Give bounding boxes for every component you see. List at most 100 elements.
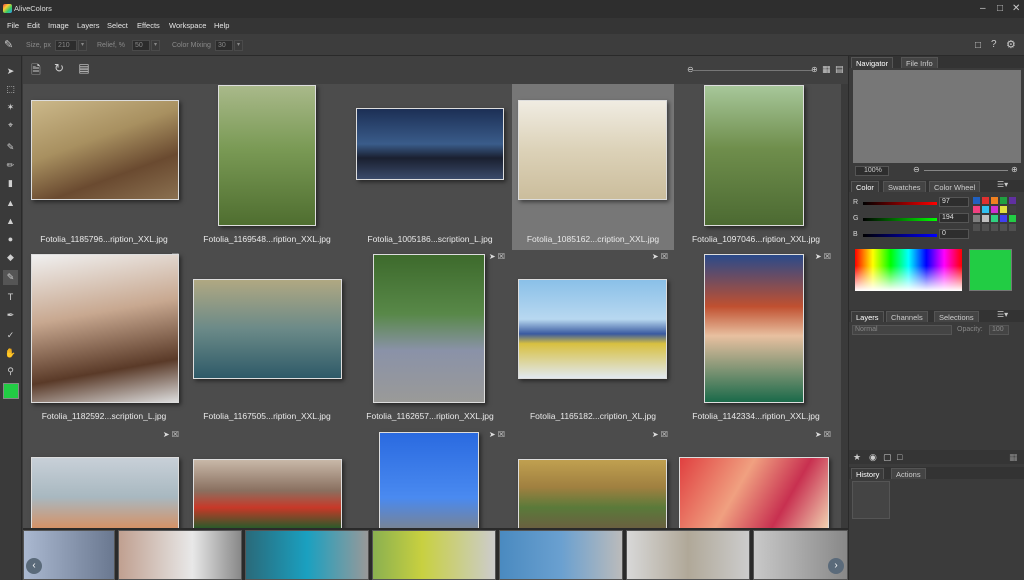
mini-swatch-grid[interactable] [973, 197, 1019, 239]
mixing-input[interactable]: 30 [215, 40, 233, 51]
chat-icon[interactable]: □ [975, 40, 981, 51]
open-file-icon[interactable]: ↻ [52, 61, 66, 77]
pencil-icon[interactable]: ✏ [3, 158, 18, 173]
settings-gear-icon[interactable]: ⚙ [1006, 38, 1016, 51]
r-value[interactable]: 97 [939, 197, 969, 207]
grid-scrollbar[interactable] [841, 84, 848, 528]
color-spectrum[interactable] [855, 249, 962, 291]
cell-actions-icon[interactable]: ➤ ☒ [815, 252, 831, 261]
cell-actions-icon[interactable]: ➤ ☒ [652, 430, 668, 439]
layers-panel-menu-icon[interactable]: ☰▾ [997, 310, 1008, 319]
tab-history[interactable]: History [851, 468, 885, 479]
navigator-zoom-slider[interactable] [924, 170, 1008, 171]
navigator-zoom-out-icon[interactable]: ⊖ [913, 165, 920, 174]
thumbnail-cell[interactable]: ➤ ☒ Fotolia_1165182...cription_XL.jpg [512, 251, 674, 421]
grid-view-icon[interactable]: ▦ [822, 64, 831, 75]
crop-tool-icon[interactable]: ⌖ [3, 118, 18, 133]
tab-selections[interactable]: Selections [934, 311, 979, 322]
thumbnail-cell-selected[interactable]: Fotolia_1085162...cription_XXL.jpg [512, 84, 674, 250]
cell-actions-icon[interactable]: ➤ ☒ [489, 252, 505, 261]
thumbnail-cell[interactable]: ➤ ☒ [675, 429, 837, 528]
tab-navigator[interactable]: Navigator [851, 57, 894, 68]
maximize-icon[interactable]: □ [997, 3, 1003, 14]
pen-tool-icon[interactable]: ✒ [3, 308, 18, 323]
hand-tool-icon[interactable]: ✋ [3, 346, 18, 361]
tab-layers[interactable]: Layers [851, 311, 884, 322]
layer-style-icon[interactable]: ★ [853, 452, 861, 463]
magic-wand-icon[interactable]: ✶ [3, 100, 18, 115]
menu-help[interactable]: Help [214, 21, 229, 30]
b-slider[interactable] [863, 234, 937, 237]
thumbnail-cell[interactable]: ➤ ☒ [349, 429, 511, 528]
cell-actions-icon[interactable]: ➤ ☒ [815, 430, 831, 439]
adjustment-layer-icon[interactable]: ◉ [869, 452, 877, 463]
menu-file[interactable]: File [7, 21, 19, 30]
eraser-icon[interactable]: ▮ [3, 176, 18, 191]
text-tool-icon[interactable]: T [3, 290, 18, 305]
selection-tool-icon[interactable]: ⬚ [3, 82, 18, 97]
tab-file-info[interactable]: File Info [901, 57, 938, 68]
size-dropdown[interactable]: ▾ [78, 40, 87, 51]
tab-swatches[interactable]: Swatches [883, 181, 926, 192]
thumbnail-cell[interactable]: Fotolia_1097046...ription_XXL.jpg [675, 84, 837, 250]
foreground-color-swatch[interactable] [3, 383, 19, 399]
filmstrip-item[interactable] [118, 530, 242, 580]
cell-actions-icon[interactable]: ➤ ☒ [163, 430, 179, 439]
navigator-zoom-input[interactable]: 100% [855, 166, 889, 176]
zoom-in-icon[interactable]: ⊕ [811, 65, 818, 74]
new-group-icon[interactable]: ▢ [883, 452, 892, 463]
new-file-icon[interactable]: 🗎 [29, 61, 43, 77]
relief-dropdown[interactable]: ▾ [151, 40, 160, 51]
r-slider[interactable] [863, 202, 937, 205]
relief-input[interactable]: 50 [132, 40, 150, 51]
thumbnail-size-slider[interactable] [692, 70, 812, 71]
thumbnail-cell[interactable]: ➤ ☒ [23, 429, 185, 528]
stamp-tool-icon[interactable]: ▲ [3, 196, 18, 211]
healing-tool-icon[interactable]: ▲ [3, 214, 18, 229]
menu-select[interactable]: Select [107, 21, 128, 30]
filmstrip-item[interactable] [499, 530, 623, 580]
drop-tool-icon[interactable]: ● [3, 232, 18, 247]
thumbnail-cell[interactable]: ➤ ☒ Fotolia_1142334...ription_XXL.jpg [675, 251, 837, 421]
tab-color[interactable]: Color [851, 181, 879, 192]
size-input[interactable]: 210 [55, 40, 77, 51]
mixing-dropdown[interactable]: ▾ [234, 40, 243, 51]
tab-actions[interactable]: Actions [891, 468, 926, 479]
help-icon[interactable]: ? [991, 39, 997, 50]
filmstrip-next-icon[interactable]: › [828, 558, 844, 574]
filmstrip-item[interactable] [245, 530, 369, 580]
export-icon[interactable]: ▤ [77, 61, 91, 77]
navigator-zoom-in-icon[interactable]: ⊕ [1011, 165, 1018, 174]
brush-icon[interactable]: ✎ [3, 140, 18, 155]
fill-bucket-icon[interactable]: ◆ [3, 250, 18, 265]
thumbnail-cell[interactable] [186, 429, 348, 528]
zoom-tool-icon[interactable]: ⚲ [3, 364, 18, 379]
b-value[interactable]: 0 [939, 229, 969, 239]
g-slider[interactable] [863, 218, 937, 221]
brush-tool-icon[interactable]: ✎ [4, 38, 13, 51]
move-tool-icon[interactable]: ➤ [3, 64, 18, 79]
thumbnail-cell[interactable]: ➤ ☒ Fotolia_1162657...ription_XXL.jpg [349, 251, 511, 421]
thumbnail-cell[interactable]: ➤ ☒ [512, 429, 674, 528]
mixer-brush-icon[interactable]: ✎ [3, 270, 18, 285]
menu-layers[interactable]: Layers [77, 21, 100, 30]
filmstrip-item[interactable] [626, 530, 750, 580]
thumbnail-cell[interactable]: Fotolia_1167505...ription_XXL.jpg [186, 251, 348, 421]
minimize-icon[interactable]: – [980, 3, 986, 14]
new-layer-icon[interactable]: □ [897, 452, 902, 462]
menu-image[interactable]: Image [48, 21, 69, 30]
menu-effects[interactable]: Effects [137, 21, 160, 30]
blend-mode-select[interactable]: Normal [852, 325, 952, 335]
delete-layer-icon[interactable]: ▦ [1009, 452, 1018, 463]
filmstrip-prev-icon[interactable]: ‹ [26, 558, 42, 574]
cell-actions-icon[interactable]: ➤ ☒ [489, 430, 505, 439]
cell-actions-icon[interactable]: ➤ ☒ [652, 252, 668, 261]
color-panel-menu-icon[interactable]: ☰▾ [997, 180, 1008, 189]
thumbnail-cell[interactable]: Fotolia_1005186...scription_L.jpg [349, 84, 511, 250]
thumbnail-cell[interactable]: Fotolia_1185796...ription_XXL.jpg [23, 84, 185, 250]
tab-channels[interactable]: Channels [886, 311, 928, 322]
tab-color-wheel[interactable]: Color Wheel [929, 181, 981, 192]
filmstrip-item[interactable] [372, 530, 496, 580]
menu-edit[interactable]: Edit [27, 21, 40, 30]
g-value[interactable]: 194 [939, 213, 969, 223]
